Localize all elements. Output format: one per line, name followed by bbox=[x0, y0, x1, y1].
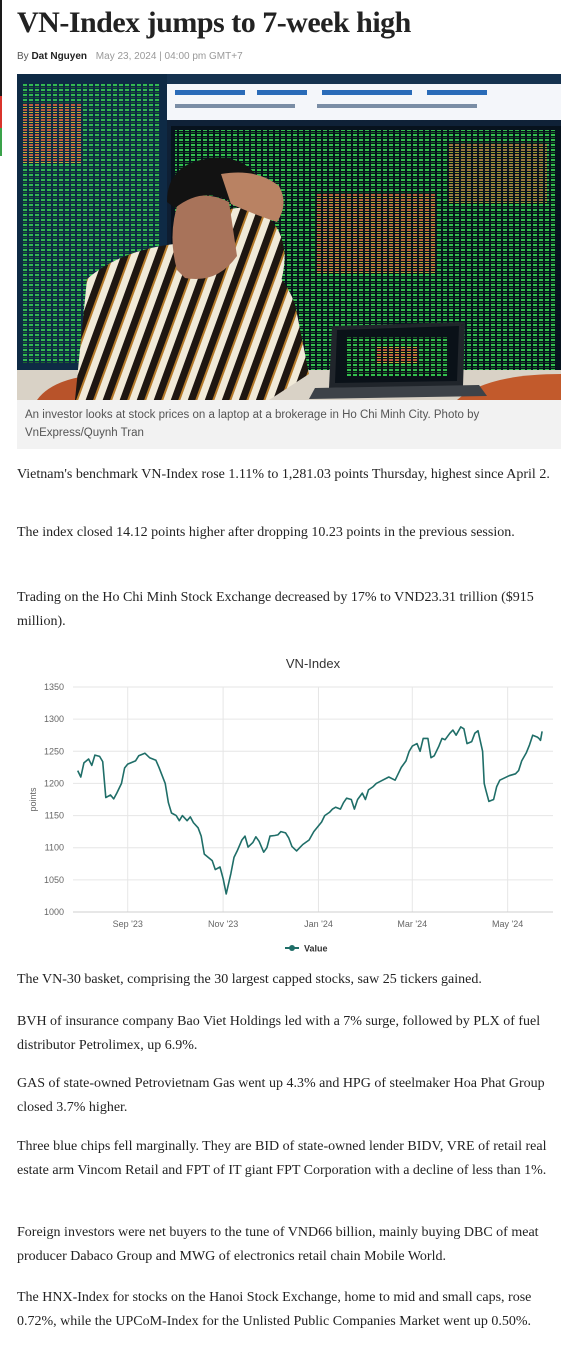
article-paragraph: The VN-30 basket, comprising the 30 larg… bbox=[17, 972, 482, 987]
y-tick-label: 1250 bbox=[44, 746, 64, 756]
article-photo bbox=[17, 74, 561, 400]
edge-accent-green bbox=[0, 128, 2, 156]
article-paragraph: Foreign investors were net buyers to the… bbox=[17, 1225, 539, 1264]
x-tick-label: May '24 bbox=[492, 919, 523, 929]
edge-accent-black bbox=[0, 0, 2, 96]
y-tick-label: 1200 bbox=[44, 778, 64, 788]
article-paragraph: The index closed 14.12 points higher aft… bbox=[17, 525, 515, 540]
photo-illustration bbox=[17, 74, 561, 400]
y-tick-label: 1300 bbox=[44, 714, 64, 724]
y-tick-label: 1150 bbox=[45, 811, 64, 821]
article-paragraph: Trading on the Ho Chi Minh Stock Exchang… bbox=[17, 590, 534, 629]
byline: By Dat Nguyen May 23, 2024 | 04:00 pm GM… bbox=[17, 51, 243, 62]
edge-accent-bar bbox=[0, 0, 2, 1365]
byline-prefix: By bbox=[17, 51, 29, 62]
legend-swatch-marker bbox=[289, 945, 295, 951]
chart-title: VN-Index bbox=[286, 656, 341, 671]
article-paragraph: BVH of insurance company Bao Viet Holdin… bbox=[17, 1014, 541, 1053]
publish-date: May 23, 2024 | 04:00 pm GMT+7 bbox=[95, 51, 243, 62]
article-paragraph: Vietnam's benchmark VN-Index rose 1.11% … bbox=[17, 467, 550, 482]
chart-background bbox=[17, 645, 562, 963]
y-tick-label: 1050 bbox=[44, 875, 64, 885]
vn-index-chart-svg: VN-Index 1000 1050 1100 1150 1200 1250 1300 1350… bbox=[17, 645, 562, 963]
vn-index-chart: VN-Index 1000 1050 1100 1150 1200 1250 1300 1350… bbox=[17, 645, 562, 963]
x-tick-label: Nov '23 bbox=[208, 919, 238, 929]
article-paragraph: GAS of state-owned Petrovietnam Gas went… bbox=[17, 1076, 545, 1115]
x-tick-label: Mar '24 bbox=[397, 919, 427, 929]
y-axis-label: points bbox=[28, 787, 38, 812]
legend-label: Value bbox=[304, 944, 328, 954]
article-paragraph: Three blue chips fell marginally. They a… bbox=[17, 1139, 547, 1178]
author-link[interactable]: Dat Nguyen bbox=[31, 51, 87, 62]
x-tick-label: Sep '23 bbox=[113, 919, 143, 929]
article-paragraph: The HNX-Index for stocks on the Hanoi St… bbox=[17, 1290, 532, 1329]
edge-accent-red bbox=[0, 96, 2, 128]
article-title: VN-Index jumps to 7-week high bbox=[17, 6, 411, 39]
photo-caption: An investor looks at stock prices on a l… bbox=[17, 400, 561, 449]
y-tick-label: 1100 bbox=[45, 843, 64, 853]
x-tick-label: Jan '24 bbox=[304, 919, 333, 929]
y-tick-label: 1000 bbox=[44, 907, 64, 917]
y-tick-label: 1350 bbox=[44, 682, 64, 692]
